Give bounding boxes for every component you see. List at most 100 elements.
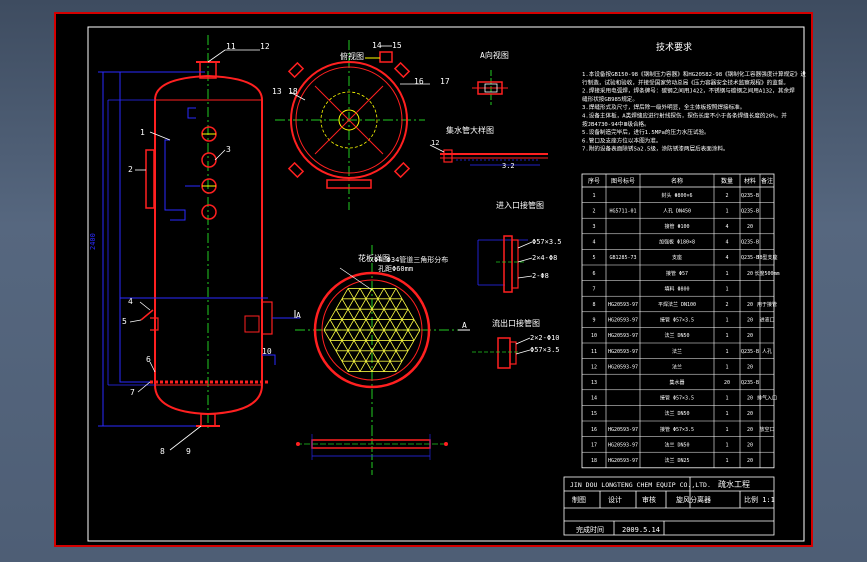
plate-grid-line bbox=[389, 360, 397, 372]
plate-grid-line bbox=[323, 319, 331, 331]
plate-grid-line bbox=[377, 309, 385, 320]
plate-grid-line bbox=[401, 350, 409, 362]
plate-grid-line bbox=[323, 329, 331, 341]
table-cell: 用于接管 bbox=[757, 301, 777, 308]
table-cell: 人孔 bbox=[762, 348, 772, 355]
table-cell: 3 bbox=[592, 224, 595, 230]
table-cell: HG20593-97 bbox=[608, 333, 638, 339]
tb-date: 2009.5.14 bbox=[622, 526, 660, 534]
plate-grid-line bbox=[395, 288, 403, 300]
table-header-cell: 数量 bbox=[721, 177, 733, 185]
plate-grid-line bbox=[359, 309, 367, 320]
table-cell: 7 bbox=[592, 286, 595, 292]
table-cell: 20 bbox=[747, 458, 753, 464]
plate-grid-line bbox=[371, 340, 379, 351]
notes-title: 技术要求 bbox=[656, 41, 692, 53]
leader-12b: 12 bbox=[431, 139, 439, 147]
plate-grid-line bbox=[395, 309, 403, 320]
plate-grid-line bbox=[335, 329, 343, 341]
tb-scale: 比例 1:1 bbox=[744, 495, 775, 504]
plate-grid-line bbox=[341, 298, 349, 310]
table-cell: 4 bbox=[725, 240, 728, 246]
plan-view bbox=[275, 40, 430, 210]
plate-grid-line bbox=[389, 319, 397, 331]
table-cell: Q235-B bbox=[741, 208, 759, 214]
table-cell: 1 bbox=[725, 318, 728, 324]
tb-product: 旋风分离器 bbox=[676, 495, 711, 504]
plate-grid-line bbox=[389, 309, 397, 320]
plate-grid-line bbox=[383, 340, 391, 351]
parts-table: 序号 图号标号 名称 数量 材料 备注 1 封头 Φ800×6 2 Q235-B 2 HG5711-0… bbox=[581, 173, 780, 469]
inlet-dim-3: 2-Φ8 bbox=[532, 272, 549, 280]
inlet-dim-1: Φ57×3.5 bbox=[532, 238, 562, 246]
plate-grid-line bbox=[365, 350, 373, 362]
water-pipe-detail bbox=[429, 144, 548, 166]
leader-13: 13 bbox=[272, 87, 282, 96]
table-cell: 排气入口 bbox=[757, 395, 777, 402]
leader-10: 10 bbox=[262, 347, 272, 356]
inlet-dim-2: 2×4-Φ8 bbox=[532, 254, 557, 262]
note-line: 5.设备制造完毕后，进行1.5MPa的压力水压试验。 bbox=[582, 128, 710, 136]
leader-5: 5 bbox=[122, 317, 127, 326]
plate-grid-line bbox=[389, 329, 397, 341]
plate-grid-line bbox=[395, 319, 403, 331]
leader-1: 1 bbox=[140, 128, 145, 137]
plate-grid-line bbox=[359, 288, 367, 300]
plate-grid-line bbox=[365, 340, 373, 351]
plate-grid-line bbox=[377, 288, 385, 300]
plate-grid-line bbox=[365, 288, 373, 300]
plate-grid-line bbox=[347, 288, 355, 300]
table-cell: 法兰 DN50 bbox=[664, 332, 689, 339]
plate-grid-line bbox=[395, 360, 403, 372]
table-cell: 1 bbox=[592, 193, 595, 199]
table-cell: 14 bbox=[591, 396, 597, 402]
plate-grid-line bbox=[371, 288, 379, 300]
plate-grid-line bbox=[389, 298, 397, 310]
table-cell: 法兰 DN50 bbox=[664, 410, 689, 417]
plate-grid-line bbox=[359, 298, 367, 310]
plate-grid-line bbox=[389, 350, 397, 362]
table-cell: 加强板 Φ180×8 bbox=[659, 239, 695, 246]
table-cell: HG20593-97 bbox=[608, 302, 638, 308]
plate-grid-line bbox=[341, 329, 349, 341]
table-cell: 20 bbox=[747, 396, 753, 402]
leader-6: 6 bbox=[146, 355, 151, 364]
table-cell: 20 bbox=[747, 318, 753, 324]
cad-canvas: 2400 11 12 1 2 3 4 5 6 7 8 9 10 俯视图 14 1… bbox=[0, 0, 867, 562]
leader-2: 2 bbox=[128, 165, 133, 174]
table-cell: 支座 bbox=[672, 254, 682, 261]
note-line: 4.设备主体板，A类焊缝应进行射线探伤，探伤长度不小于各条焊缝长度的20%，并 bbox=[582, 112, 787, 120]
plate-note-2: 孔距Φ60mm bbox=[378, 265, 413, 273]
plate-grid-line bbox=[365, 309, 373, 320]
water-pipe-title: 集水管大样图 bbox=[446, 125, 494, 135]
plate-grid-line bbox=[401, 309, 409, 320]
leader-4: 4 bbox=[128, 297, 133, 306]
plate-grid-line bbox=[359, 329, 367, 341]
table-cell: GB1285-73 bbox=[609, 255, 636, 261]
inlet-title: 进入口接管图 bbox=[496, 200, 544, 210]
table-cell: 20 bbox=[747, 442, 753, 448]
vessel-elevation: 2400 bbox=[89, 35, 300, 430]
plate-grid-line bbox=[341, 288, 349, 300]
plate-grid-line bbox=[335, 319, 343, 331]
table-cell: 2 bbox=[592, 208, 595, 214]
outlet-title: 流出口接管图 bbox=[492, 318, 540, 328]
perforated-plate bbox=[295, 245, 458, 440]
table-cell: 填料 Φ800 bbox=[664, 285, 689, 292]
table-cell: 长度500mm bbox=[754, 270, 779, 277]
leader-18: 18 bbox=[288, 87, 298, 96]
table-cell: HG20593-97 bbox=[608, 364, 638, 370]
leader-8: 8 bbox=[160, 447, 165, 456]
plate-grid-line bbox=[389, 288, 397, 300]
plan-view-title: 俯视图 bbox=[340, 51, 364, 61]
note-line: 行制造，试验和验收，并接受国家劳动总局《压力容器安全技术监察规程》的监督。 bbox=[582, 78, 789, 86]
plate-grid-line bbox=[353, 350, 361, 362]
direction-a-title: A向视图 bbox=[480, 50, 509, 60]
plate-grid-line bbox=[353, 288, 361, 300]
table-cell: Q235-B bbox=[741, 240, 759, 246]
table-cell: 20 bbox=[747, 224, 753, 230]
table-cell: 法兰 bbox=[672, 348, 682, 355]
base-plate-view bbox=[296, 430, 448, 475]
plate-grid-line bbox=[401, 298, 409, 310]
plate-grid-line bbox=[371, 319, 379, 331]
